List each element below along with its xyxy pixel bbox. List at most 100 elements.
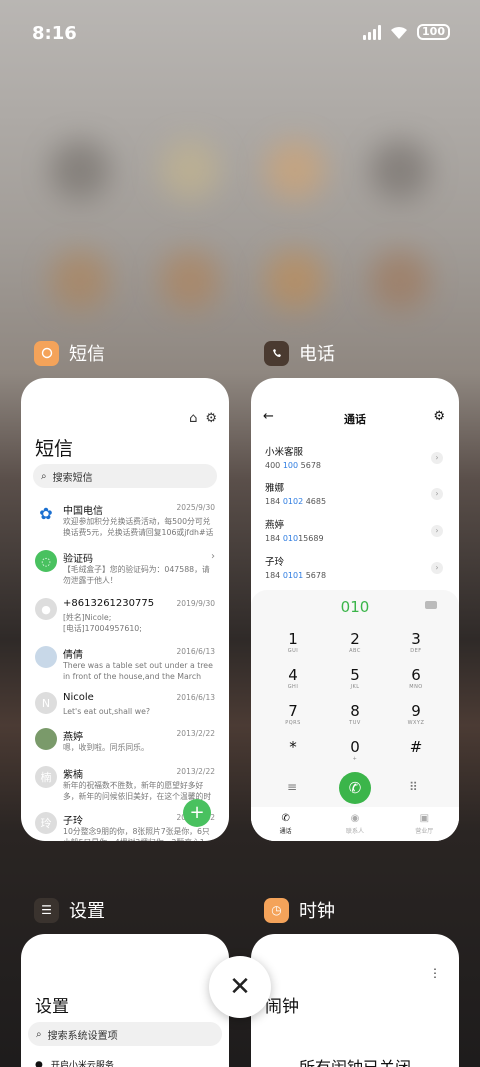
phone-app-name: 电话 [299,344,335,365]
contact-name: 子玲 [265,557,285,568]
tab-service[interactable]: ▣ 营业厅 [394,807,454,841]
clock-app-icon: ◷ [264,897,289,923]
clean-icon[interactable]: ⌂ [189,411,197,426]
message-date: 2013/2/22 [176,767,215,776]
phone-app-card[interactable]: ← 通话 ⚙ 小米客服 400 100 5678 › 雅娜 184 0102 4… [251,378,459,841]
clock-empty-message: 所有闹钟已关闭 [251,1054,459,1067]
settings-app-card[interactable]: 设置 ⌕ 搜索系统设置项 ● 开启小米云服务 [21,934,229,1067]
telecom-logo-icon: ✿ [35,502,57,524]
sms-app-icon [34,340,59,366]
contact-name: 雅娜 [265,483,285,494]
settings-app-icon: ☰ [34,897,59,923]
dial-key[interactable]: 5 JKL [335,666,375,690]
dial-key[interactable]: 2 ABC [335,630,375,654]
avatar-letter: 玲 [35,812,57,834]
message-sender: 倩倩 [63,650,83,661]
message-item[interactable]: 倩倩 2016/6/13 There was a table set out u… [21,646,229,694]
dial-key[interactable]: * [273,738,313,756]
app-label-clock[interactable]: ◷ 时钟 [264,897,335,923]
message-date: 2019/9/30 [176,599,215,608]
message-sender: Nicole [63,692,94,703]
wallpaper-blur [265,140,325,200]
settings-title: 设置 [35,997,69,1017]
message-sender: 中国电信 [63,506,103,517]
message-sender: 燕婷 [63,732,83,743]
wifi-icon [391,26,408,39]
chevron-right-icon[interactable]: › [431,452,443,464]
sms-title: 短信 [35,438,74,460]
close-all-button[interactable]: ✕ [209,956,271,1018]
dial-key[interactable]: 8 TUV [335,702,375,726]
dial-key[interactable]: 6 MNO [396,666,436,690]
chevron-right-icon: › [211,551,215,562]
status-time: 8:16 [32,23,77,44]
dial-key[interactable]: 7 PQRS [273,702,313,726]
gear-icon[interactable]: ⚙ [433,409,445,424]
dial-key[interactable]: 1 GUI [273,630,313,654]
message-preview: [姓名]Nicole; [电话]17004957610; [63,613,142,633]
avatar [35,728,57,750]
avatar-letter: N [35,692,57,714]
clock-app-name: 时钟 [299,901,335,922]
tab-contacts[interactable]: ◉ 联系人 [325,807,385,841]
contact-name: 小米客服 [265,447,304,458]
app-label-settings[interactable]: ☰ 设置 [34,897,105,923]
backspace-icon[interactable] [425,601,437,609]
settings-search-placeholder: 搜索系统设置项 [47,1030,118,1042]
search-icon: ⌕ [36,1028,42,1040]
dial-key[interactable]: 9 WXYZ [396,702,436,726]
dial-key[interactable]: 4 GHI [273,666,313,690]
settings-row[interactable]: ● 开启小米云服务 [35,1058,114,1067]
tab-calls[interactable]: ✆ 通话 [256,807,316,841]
phone-app-icon [264,340,289,366]
app-label-phone[interactable]: 电话 [264,340,335,366]
wallpaper-blur [50,140,110,200]
menu-icon[interactable]: ≡ [287,780,297,794]
message-item[interactable]: ✿ 中国电信 2025/9/30 欢迎参加积分兑换话费活动，每500分可兑换话费… [21,502,229,550]
contacts-tab-icon: ◉ [350,813,360,824]
contact-item[interactable]: 小米客服 400 100 5678 › [265,444,445,474]
dial-key[interactable]: # [396,738,436,756]
avatar [35,646,57,668]
contact-number: 400 100 5678 [265,461,321,470]
contact-item[interactable]: 子玲 184 0101 5678 › [265,554,445,584]
app-label-sms[interactable]: 短信 [34,340,105,366]
message-preview: 10分整念9朋的你，8张照片7张是你，6只小船5只是你，4棵树3棵归你，2颗真心… [63,827,210,841]
wallpaper-blur [160,140,220,200]
sms-search-input[interactable]: ⌕ 搜索短信 [33,464,217,488]
avatar-placeholder-icon: ● [35,598,57,620]
dial-key[interactable]: 0 + [335,738,375,762]
contact-item[interactable]: 燕婷 184 01015689 › [265,517,445,547]
chevron-right-icon[interactable]: › [431,525,443,537]
close-icon: ✕ [229,972,251,1002]
call-button[interactable]: ✆ [339,772,371,804]
message-sender: 紫楠 [63,770,83,781]
contact-number: 184 0101 5678 [265,571,327,580]
more-menu-icon[interactable]: ⋮ [429,966,441,980]
wallpaper-blur [160,250,220,310]
status-bar: 8:16 100 [32,20,450,48]
chevron-right-icon[interactable]: › [431,562,443,574]
sms-app-name: 短信 [69,344,105,365]
chevron-right-icon[interactable]: › [431,488,443,500]
contact-number: 184 0102 4685 [265,497,327,506]
clock-title: 闹钟 [265,997,299,1017]
message-item[interactable]: ◌ 验证码 › 【毛绒盒子】您的验证码为：047588，请勿泄露于他人！ [21,550,229,598]
new-message-button[interactable]: + [183,799,211,827]
settings-search-input[interactable]: ⌕ 搜索系统设置项 [28,1022,222,1046]
status-icons: 100 [363,24,450,40]
message-date: 2025/9/30 [176,503,215,512]
wallpaper-blur [370,140,430,200]
message-preview: Let's eat out,shall we? [63,707,151,716]
gear-icon[interactable]: ⚙ [205,411,217,426]
sms-search-placeholder: 搜索短信 [52,472,93,484]
wallpaper-blur [370,250,430,310]
dial-key[interactable]: 3 DEF [396,630,436,654]
message-sender: +8613261230775 [63,598,155,609]
contact-number: 184 01015689 [265,534,324,543]
clock-app-card[interactable]: ⋮ 闹钟 所有闹钟已关闭 [251,934,459,1067]
keypad-icon[interactable]: ⠿ [409,780,418,794]
contact-item[interactable]: 雅娜 184 0102 4685 › [265,480,445,510]
sms-app-card[interactable]: ⌂ ⚙ 短信 ⌕ 搜索短信 ✿ 中国电信 2025/9/30 欢迎参加积分兑换话… [21,378,229,841]
message-item[interactable]: ● +8613261230775 2019/9/30 [姓名]Nicole; [… [21,598,229,646]
